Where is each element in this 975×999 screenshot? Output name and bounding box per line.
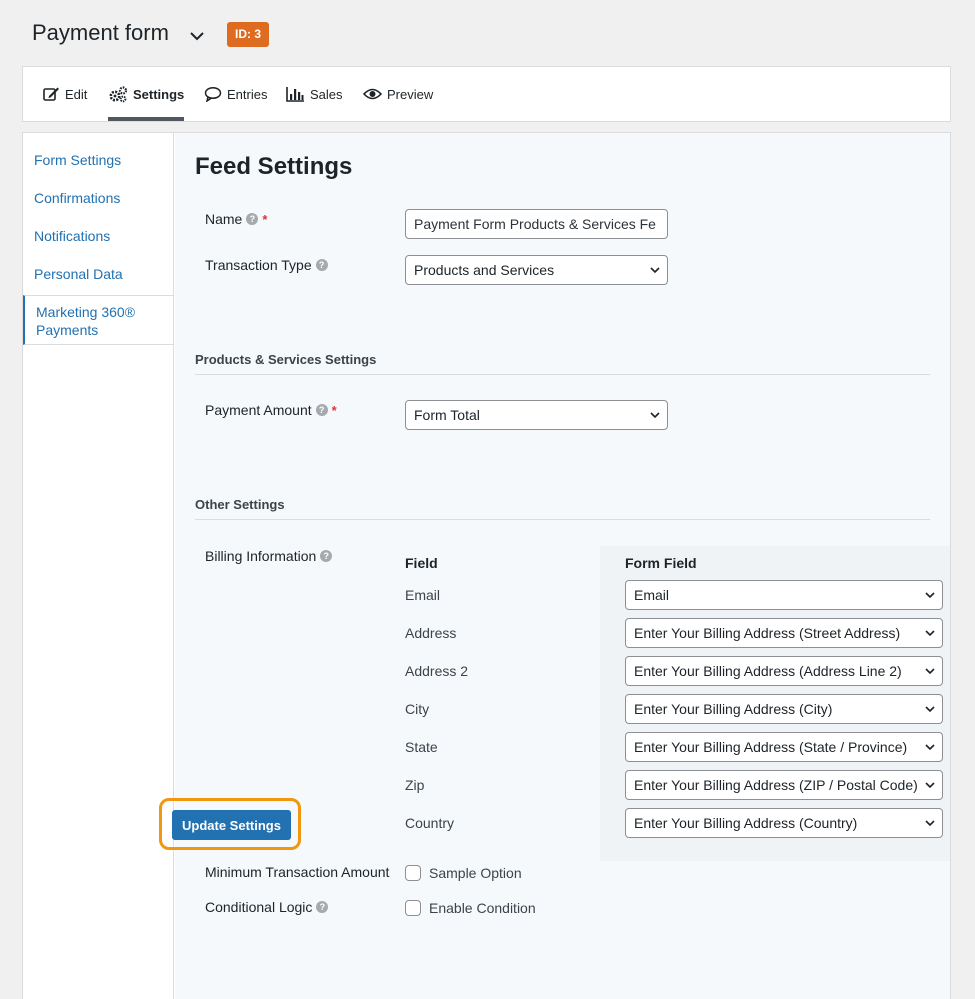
billing-field-address: Address: [405, 625, 457, 641]
transaction-type-label: Transaction Type ?: [205, 257, 328, 273]
sidebar-item-marketing-360-payments[interactable]: Marketing 360® Payments: [23, 295, 173, 345]
billing-field-city: City: [405, 701, 430, 717]
update-settings-button[interactable]: Update Settings: [172, 810, 291, 840]
name-label: Name ? *: [205, 211, 268, 227]
billing-field-state: State: [405, 739, 438, 755]
chevron-down-icon: [924, 665, 936, 677]
form-field-column-header: Form Field: [625, 555, 697, 571]
help-icon[interactable]: ?: [320, 550, 333, 562]
chevron-down-icon: [649, 264, 661, 276]
speech-bubble-icon: [204, 86, 222, 102]
help-icon[interactable]: ?: [316, 901, 329, 913]
sample-option-checkbox[interactable]: [405, 865, 421, 881]
chevron-down-icon: [924, 817, 936, 829]
tab-bar: Edit Settings Entries Sales Preview: [22, 66, 951, 122]
edit-icon: [43, 87, 59, 101]
tab-label: Entries: [227, 86, 268, 102]
settings-panel: Form Settings Confirmations Notification…: [22, 132, 951, 999]
billing-field-country: Country: [405, 815, 455, 831]
other-settings-section-heading: Other Settings: [195, 497, 285, 512]
bar-chart-icon: [286, 87, 304, 102]
tab-entries[interactable]: Entries: [204, 67, 267, 121]
payment-amount-select[interactable]: Form Total: [405, 400, 668, 430]
minimum-transaction-amount-label: Minimum Transaction Amount: [205, 864, 390, 880]
billing-country-select[interactable]: Enter Your Billing Address (Country): [625, 808, 943, 838]
help-icon[interactable]: ?: [315, 259, 328, 271]
chevron-down-icon: [649, 409, 661, 421]
name-input[interactable]: [405, 209, 668, 239]
tab-preview[interactable]: Preview: [363, 67, 433, 121]
chevron-down-icon: [924, 589, 936, 601]
tab-settings[interactable]: Settings: [108, 67, 185, 121]
chevron-down-icon: [924, 779, 936, 791]
enable-condition-label[interactable]: Enable Condition: [429, 900, 536, 916]
billing-address-select[interactable]: Enter Your Billing Address (Street Addre…: [625, 618, 943, 648]
eye-icon: [363, 88, 382, 100]
billing-zip-select[interactable]: Enter Your Billing Address (ZIP / Postal…: [625, 770, 943, 800]
settings-sidebar: Form Settings Confirmations Notification…: [23, 133, 174, 999]
section-divider: [195, 519, 930, 520]
payment-amount-label: Payment Amount ? *: [205, 402, 337, 418]
sidebar-item-form-settings[interactable]: Form Settings: [23, 151, 173, 169]
sidebar-item-personal-data[interactable]: Personal Data: [23, 265, 173, 283]
billing-address-2-select[interactable]: Enter Your Billing Address (Address Line…: [625, 656, 943, 686]
tab-label: Preview: [387, 86, 434, 102]
help-icon[interactable]: ?: [315, 404, 328, 416]
tab-edit[interactable]: Edit: [43, 67, 87, 121]
sidebar-item-confirmations[interactable]: Confirmations: [23, 189, 173, 207]
sidebar-item-notifications[interactable]: Notifications: [23, 227, 173, 245]
help-icon[interactable]: ?: [246, 213, 259, 225]
page-title: Payment form: [32, 20, 169, 45]
billing-information-label: Billing Information ?: [205, 548, 333, 564]
section-divider: [195, 374, 930, 375]
tab-label: Edit: [65, 86, 88, 102]
transaction-type-select[interactable]: Products and Services: [405, 255, 668, 285]
field-column-header: Field: [405, 555, 438, 571]
sample-option-label[interactable]: Sample Option: [429, 865, 522, 881]
billing-state-select[interactable]: Enter Your Billing Address (State / Prov…: [625, 732, 943, 762]
chevron-down-icon: [924, 741, 936, 753]
chevron-down-icon: [924, 627, 936, 639]
required-asterisk: *: [262, 211, 268, 227]
billing-field-address-2: Address 2: [405, 663, 469, 679]
id-badge: ID: 3: [227, 22, 270, 47]
required-asterisk: *: [331, 402, 337, 418]
billing-field-email: Email: [405, 587, 441, 603]
tab-label: Sales: [310, 86, 343, 102]
conditional-logic-label: Conditional Logic ?: [205, 899, 329, 915]
feed-settings-content: Feed Settings Name ? * Transaction Type …: [175, 133, 950, 999]
tab-label: Settings: [133, 86, 185, 102]
enable-condition-checkbox[interactable]: [405, 900, 421, 916]
products-services-section-heading: Products & Services Settings: [195, 352, 377, 367]
chevron-down-icon[interactable]: [187, 26, 207, 46]
chevron-down-icon: [924, 703, 936, 715]
billing-field-zip: Zip: [405, 777, 425, 793]
billing-city-select[interactable]: Enter Your Billing Address (City): [625, 694, 943, 724]
feed-settings-title: Feed Settings: [195, 153, 353, 180]
billing-email-select[interactable]: Email: [625, 580, 943, 610]
tab-sales[interactable]: Sales: [286, 67, 343, 121]
gears-icon: [109, 85, 128, 102]
